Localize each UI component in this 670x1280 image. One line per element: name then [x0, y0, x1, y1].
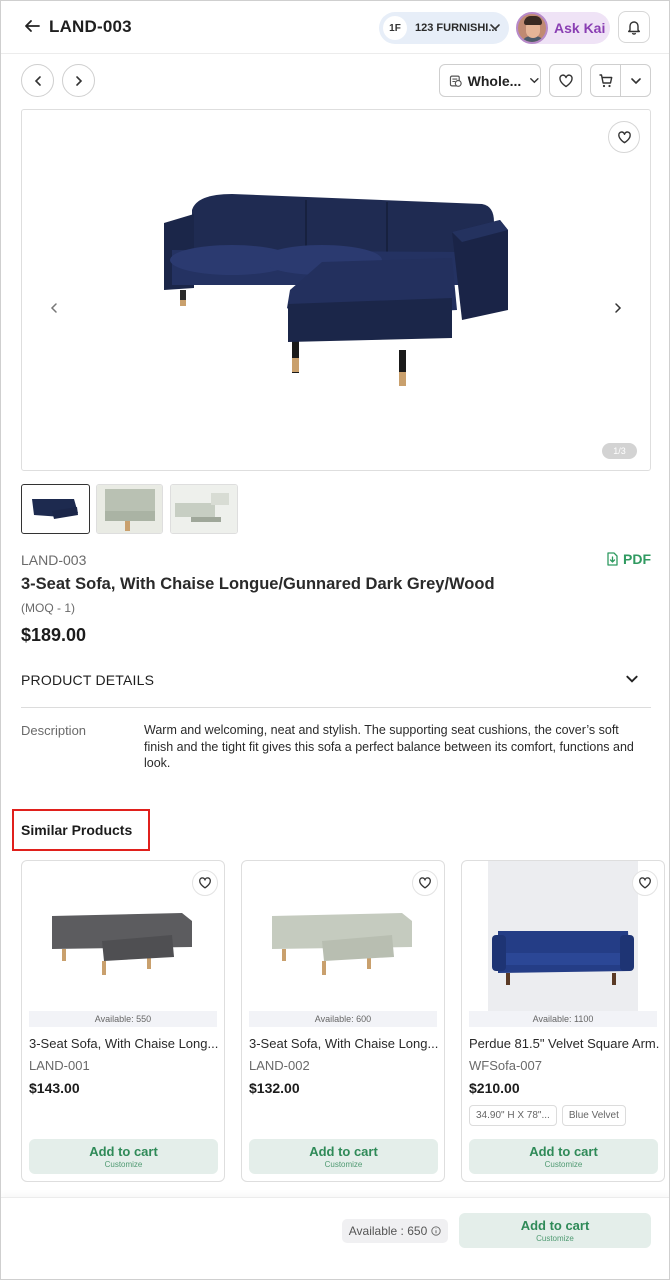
back-button[interactable] — [21, 15, 43, 37]
card-price: $132.00 — [249, 1080, 300, 1096]
next-product-button[interactable] — [62, 64, 95, 97]
card-favorite-button[interactable] — [412, 870, 438, 896]
gallery-thumbnail[interactable] — [96, 484, 163, 534]
product-details-label: PRODUCT DETAILS — [21, 672, 155, 688]
cart-split-button — [590, 64, 651, 97]
customize-label: Customize — [544, 1160, 583, 1169]
availability-text: Available : 650 — [348, 1224, 428, 1238]
chevron-right-icon — [75, 75, 82, 86]
product-gallery: 1/3 — [21, 109, 651, 471]
chevron-down-icon — [626, 675, 638, 683]
gallery-thumbnail[interactable] — [170, 484, 238, 534]
back-arrow-icon — [25, 20, 40, 32]
chevron-down-icon — [530, 78, 539, 84]
chevron-left-icon — [34, 75, 41, 86]
notifications-button[interactable] — [618, 11, 650, 43]
product-price: $189.00 — [21, 625, 87, 645]
product-details-toggle[interactable]: PRODUCT DETAILS — [21, 660, 651, 708]
product-title: 3-Seat Sofa, With Chaise Longue/Gunnared… — [21, 575, 495, 593]
pricing-mode-label: Whole... — [467, 72, 522, 89]
description-label: Description — [21, 723, 87, 738]
top-header: LAND-003 1F 123 FURNISHI... Ask Kai — [1, 1, 669, 54]
add-to-cart-label: Add to cart — [529, 1144, 598, 1159]
pdf-download-icon — [607, 552, 618, 566]
chevron-left-icon — [50, 303, 57, 313]
card-name: 3-Seat Sofa, With Chaise Long... — [29, 1036, 219, 1051]
app-frame: LAND-003 1F 123 FURNISHI... Ask Kai Whol… — [0, 0, 670, 1280]
product-sku: LAND-003 — [21, 552, 87, 568]
product-image — [164, 194, 508, 386]
cart-button[interactable] — [591, 65, 620, 96]
add-to-cart-button[interactable]: Add to cart Customize — [249, 1139, 438, 1174]
card-tags: 34.90" H X 78"... Blue Velvet — [469, 1105, 626, 1126]
company-switcher[interactable]: 1F 123 FURNISHI... — [379, 12, 509, 44]
card-availability: Available: 600 — [249, 1011, 437, 1027]
similar-products-title: Similar Products — [21, 822, 133, 838]
customize-label: Customize — [536, 1234, 574, 1243]
gallery-counter: 1/3 — [602, 443, 637, 459]
card-availability: Available: 1100 — [469, 1011, 657, 1027]
add-to-cart-label: Add to cart — [520, 1218, 590, 1233]
gallery-prev-button[interactable] — [44, 298, 64, 318]
card-sku: WFSofa-007 — [469, 1058, 542, 1073]
add-to-cart-label: Add to cart — [89, 1144, 158, 1159]
product-card[interactable]: Available: 600 3-Seat Sofa, With Chaise … — [241, 860, 445, 1182]
pdf-download-link[interactable]: PDF — [606, 551, 651, 567]
heart-icon — [617, 130, 631, 143]
bell-icon — [628, 21, 640, 35]
pdf-label: PDF — [623, 551, 651, 567]
heart-icon — [419, 877, 431, 889]
price-tag-icon — [449, 75, 462, 87]
ask-kai-label: Ask Kai — [554, 20, 606, 36]
cart-icon — [599, 73, 613, 87]
heart-icon — [199, 877, 211, 889]
heart-icon — [639, 877, 651, 889]
customize-label: Customize — [324, 1160, 363, 1169]
card-availability: Available: 550 — [29, 1011, 217, 1027]
add-to-cart-button[interactable]: Add to cart Customize — [29, 1139, 218, 1174]
assistant-avatar — [516, 12, 548, 44]
card-sku: LAND-002 — [249, 1058, 310, 1073]
thumbnail-image — [32, 499, 78, 519]
heart-icon — [558, 73, 573, 87]
product-moq: (MOQ - 1) — [21, 601, 75, 615]
gallery-next-button[interactable] — [608, 298, 628, 318]
gallery-thumbnail[interactable] — [21, 484, 90, 534]
image-favorite-button[interactable] — [608, 121, 640, 153]
card-price: $210.00 — [469, 1080, 520, 1096]
wishlist-button[interactable] — [549, 64, 582, 97]
card-name: Perdue 81.5" Velvet Square Arm... — [469, 1036, 659, 1051]
thumbnail-image — [171, 485, 237, 533]
chevron-right-icon — [615, 303, 622, 313]
dimension-tag: 34.90" H X 78"... — [469, 1105, 557, 1126]
chevron-down-icon — [490, 24, 500, 31]
availability-chip: Available : 650 — [342, 1219, 448, 1243]
cart-options-button[interactable] — [620, 65, 650, 96]
company-name: 123 FURNISHI... — [415, 22, 498, 34]
add-to-cart-button[interactable]: Add to cart Customize — [469, 1139, 658, 1174]
chevron-down-icon — [630, 77, 641, 84]
bottom-action-bar: Available : 650 Add to cart Customize — [1, 1197, 669, 1279]
pricing-mode-dropdown[interactable]: Whole... — [439, 64, 541, 97]
product-card[interactable]: Available: 550 3-Seat Sofa, With Chaise … — [21, 860, 225, 1182]
description-text: Warm and welcoming, neat and stylish. Th… — [144, 723, 634, 770]
customize-label: Customize — [104, 1160, 143, 1169]
product-card[interactable]: Available: 1100 Perdue 81.5" Velvet Squa… — [461, 860, 665, 1182]
card-favorite-button[interactable] — [632, 870, 658, 896]
previous-product-button[interactable] — [21, 64, 54, 97]
company-avatar: 1F — [383, 16, 407, 40]
page-title: LAND-003 — [49, 17, 132, 36]
card-favorite-button[interactable] — [192, 870, 218, 896]
material-tag: Blue Velvet — [561, 1105, 626, 1126]
ask-kai-button[interactable]: Ask Kai — [516, 12, 610, 44]
card-sku: LAND-001 — [29, 1058, 90, 1073]
card-name: 3-Seat Sofa, With Chaise Long... — [249, 1036, 439, 1051]
card-price: $143.00 — [29, 1080, 80, 1096]
add-to-cart-label: Add to cart — [309, 1144, 378, 1159]
info-icon — [431, 1226, 441, 1236]
add-to-cart-button[interactable]: Add to cart Customize — [459, 1213, 651, 1248]
thumbnail-image — [97, 485, 162, 533]
